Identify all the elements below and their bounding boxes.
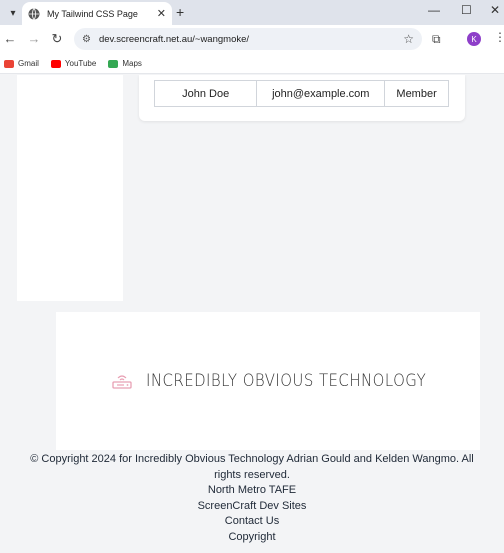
bookmark-youtube[interactable]: YouTube xyxy=(50,59,97,68)
bookmarks-bar: Gmail YouTube Maps xyxy=(0,54,504,74)
cell-role: Member xyxy=(384,80,449,107)
users-card: John Doe john@example.com Member xyxy=(139,75,465,121)
maps-icon xyxy=(108,59,119,68)
reload-icon[interactable]: ↻ xyxy=(49,31,65,47)
extensions-icon[interactable]: ⧉ xyxy=(432,32,441,47)
forward-arrow-icon[interactable]: → xyxy=(26,31,42,46)
footer-link-north-metro-tafe[interactable]: North Metro TAFE xyxy=(0,483,504,499)
new-tab-icon[interactable]: + xyxy=(176,4,184,20)
globe-icon xyxy=(28,7,40,20)
users-table: John Doe john@example.com Member xyxy=(153,80,449,107)
tab-title: My Tailwind CSS Page xyxy=(47,8,138,19)
bookmark-label: YouTube xyxy=(64,59,97,68)
browser-tab[interactable]: My Tailwind CSS Page ✕ xyxy=(22,2,172,25)
maximize-icon[interactable]: ☐ xyxy=(461,3,472,17)
window-close-icon[interactable]: ✕ xyxy=(490,3,500,17)
youtube-icon xyxy=(50,59,61,68)
close-tab-icon[interactable]: ✕ xyxy=(157,7,166,20)
bookmark-maps[interactable]: Maps xyxy=(108,59,142,68)
footer-link-screencraft-dev-sites[interactable]: ScreenCraft Dev Sites xyxy=(0,499,504,515)
sidebar-panel xyxy=(17,75,123,301)
chrome-menu-icon[interactable]: ⋮ xyxy=(494,30,504,44)
page-footer: © Copyright 2024 for Incredibly Obvious … xyxy=(0,452,504,545)
bookmark-label: Maps xyxy=(122,59,142,68)
bookmark-gmail[interactable]: Gmail xyxy=(4,59,39,68)
profile-avatar[interactable]: K xyxy=(467,32,481,46)
page-viewport: John Doe john@example.com Member INCREDI… xyxy=(0,75,504,553)
cell-email: john@example.com xyxy=(256,80,386,107)
bookmark-star-icon[interactable]: ☆ xyxy=(403,32,414,46)
brand-banner: INCREDIBLY OBVIOUS TECHNOLOGY xyxy=(56,312,480,450)
brand-logo-text: INCREDIBLY OBVIOUS TECHNOLOGY xyxy=(145,371,426,391)
router-logo-icon xyxy=(111,375,132,389)
tab-strip: ▾ My Tailwind CSS Page ✕ + — ☐ ✕ xyxy=(0,0,504,25)
tab-search-chevron-icon[interactable]: ▾ xyxy=(4,4,22,22)
url-text[interactable]: dev.screencraft.net.au/~wangmoke/ xyxy=(99,34,403,45)
site-info-icon[interactable]: ⚙ xyxy=(82,34,91,45)
cell-name: John Doe xyxy=(153,80,258,107)
gmail-icon xyxy=(4,59,14,68)
table-row: John Doe john@example.com Member xyxy=(153,80,449,107)
footer-link-contact-us[interactable]: Contact Us xyxy=(0,514,504,530)
back-arrow-icon[interactable]: ← xyxy=(2,31,18,46)
footer-link-copyright[interactable]: Copyright xyxy=(0,530,504,546)
minimize-icon[interactable]: — xyxy=(428,3,440,17)
bookmark-label: Gmail xyxy=(18,59,39,68)
copyright-text: © Copyright 2024 for Incredibly Obvious … xyxy=(30,453,474,481)
browser-toolbar: ← → ↻ ⚙ dev.screencraft.net.au/~wangmoke… xyxy=(0,25,504,54)
address-bar[interactable]: ⚙ dev.screencraft.net.au/~wangmoke/ ☆ xyxy=(74,28,422,50)
